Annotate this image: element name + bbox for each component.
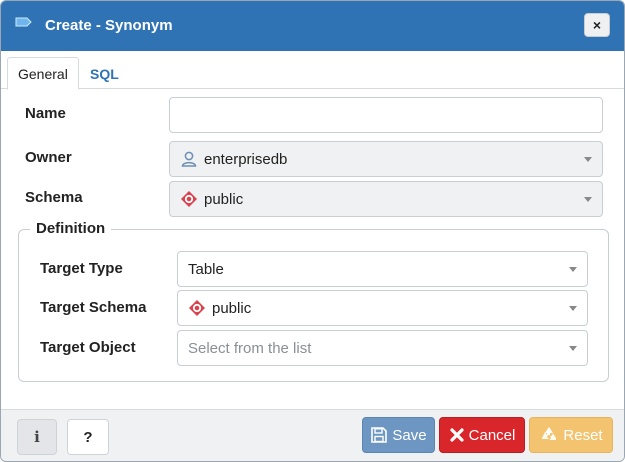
schema-value: public bbox=[204, 190, 244, 208]
chevron-down-icon bbox=[584, 157, 592, 162]
dialog-footer: i ? Save Cancel Reset bbox=[1, 409, 624, 461]
target-type-select[interactable]: Table bbox=[177, 251, 588, 287]
target-type-label: Target Type bbox=[40, 260, 123, 277]
dialog-title: Create - Synonym bbox=[45, 17, 173, 34]
name-label: Name bbox=[25, 105, 66, 122]
close-button[interactable]: × bbox=[584, 13, 610, 37]
target-schema-value: public bbox=[212, 299, 252, 317]
schema-label: Schema bbox=[25, 189, 83, 206]
definition-legend: Definition bbox=[30, 220, 112, 237]
schema-icon bbox=[189, 300, 205, 316]
chevron-down-icon bbox=[569, 306, 577, 311]
reset-label: Reset bbox=[563, 426, 603, 444]
target-object-select[interactable]: Select from the list bbox=[177, 330, 588, 366]
chevron-down-icon bbox=[584, 197, 592, 202]
target-schema-select[interactable]: public bbox=[177, 290, 588, 326]
target-object-label: Target Object bbox=[40, 339, 136, 356]
schema-icon bbox=[181, 191, 197, 207]
info-icon: i bbox=[34, 428, 40, 446]
name-input[interactable] bbox=[169, 97, 603, 133]
target-object-placeholder: Select from the list bbox=[188, 339, 312, 357]
cancel-button[interactable]: Cancel bbox=[439, 417, 525, 453]
save-label: Save bbox=[392, 426, 427, 444]
help-button[interactable]: ? bbox=[67, 419, 109, 455]
target-type-value: Table bbox=[188, 260, 224, 278]
create-synonym-dialog: Create - Synonym × General SQL Name Owne… bbox=[0, 0, 625, 462]
tab-sql[interactable]: SQL bbox=[80, 57, 129, 90]
reset-button[interactable]: Reset bbox=[529, 417, 613, 453]
save-button[interactable]: Save bbox=[362, 417, 435, 453]
tab-bar: General SQL bbox=[1, 51, 624, 90]
synonym-icon bbox=[15, 17, 32, 27]
tab-general[interactable]: General bbox=[7, 57, 79, 90]
cancel-label: Cancel bbox=[468, 426, 516, 444]
recycle-icon bbox=[542, 427, 557, 440]
chevron-down-icon bbox=[569, 267, 577, 272]
target-schema-label: Target Schema bbox=[40, 299, 147, 316]
owner-value: enterprisedb bbox=[204, 150, 288, 168]
dialog-titlebar: Create - Synonym × bbox=[1, 1, 624, 51]
owner-select[interactable]: enterprisedb bbox=[169, 141, 603, 177]
close-icon: × bbox=[592, 17, 602, 33]
close-icon bbox=[450, 428, 464, 442]
chevron-down-icon bbox=[569, 346, 577, 351]
schema-select[interactable]: public bbox=[169, 181, 603, 217]
info-button[interactable]: i bbox=[17, 419, 57, 455]
user-icon bbox=[181, 151, 197, 167]
owner-label: Owner bbox=[25, 149, 72, 166]
floppy-disk-icon bbox=[371, 427, 388, 443]
help-icon: ? bbox=[83, 428, 93, 446]
